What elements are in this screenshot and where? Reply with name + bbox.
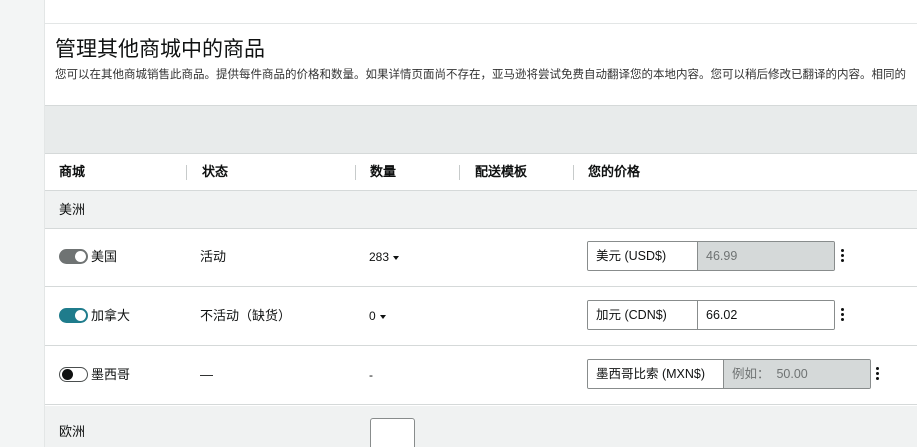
header-shipping-template: 配送模板 xyxy=(475,164,528,179)
quantity-value-mexico: - xyxy=(369,368,373,382)
quantity-input-europe[interactable] xyxy=(370,418,415,447)
price-group-mexico: 墨西哥比索 (MXN$) xyxy=(587,359,871,389)
page-title: 管理其他商城中的商品 xyxy=(55,38,265,61)
status-text: — xyxy=(200,367,213,382)
caret-down-icon xyxy=(379,314,386,319)
price-input-mexico[interactable] xyxy=(724,360,870,388)
price-input-us[interactable] xyxy=(698,242,834,270)
quantity-value: 0 xyxy=(369,309,376,323)
manage-other-marketplaces-panel: 管理其他商城中的商品 您可以在其他商城销售此商品。提供每件商品的价格和数量。如果… xyxy=(45,0,917,447)
table-header: 商城 状态 数量 配送模板 您的价格 xyxy=(45,153,917,191)
region-row-europe: 欧洲 xyxy=(45,406,917,447)
status-text: 不活动（缺货） xyxy=(200,308,292,323)
top-strip xyxy=(45,0,917,24)
kebab-vertical-icon[interactable] xyxy=(839,307,847,323)
marketplace-toggle-us[interactable] xyxy=(59,249,88,264)
marketplace-toggle-canada[interactable] xyxy=(59,308,88,323)
marketplace-toggle-mexico[interactable] xyxy=(59,367,88,382)
toggle-knob xyxy=(75,251,86,262)
kebab-vertical-icon[interactable] xyxy=(874,366,882,382)
header-separator xyxy=(355,165,356,180)
market-name: 加拿大 xyxy=(91,308,131,323)
quantity-value: 283 xyxy=(369,250,390,264)
header-quantity: 数量 xyxy=(370,164,397,179)
toolbar-band xyxy=(45,105,917,153)
price-input-canada[interactable] xyxy=(698,301,834,329)
currency-label: 墨西哥比索 (MXN$) xyxy=(588,360,724,388)
quantity-dropdown-canada[interactable]: 0 xyxy=(369,288,386,344)
price-group-us: 美元 (USD$) xyxy=(587,241,835,271)
header-your-price: 您的价格 xyxy=(588,164,641,179)
header-marketplace: 商城 xyxy=(59,164,86,179)
kebab-vertical-icon[interactable] xyxy=(839,248,847,264)
header-separator xyxy=(186,165,187,180)
table-row-mexico: 墨西哥 — - 墨西哥比索 (MXN$) xyxy=(45,347,917,405)
region-label: 美洲 xyxy=(59,202,86,217)
table-row-us: 美国 活动 283 美元 (USD$) xyxy=(45,229,917,287)
toggle-knob xyxy=(62,369,73,380)
market-name: 美国 xyxy=(91,249,118,264)
price-group-canada: 加元 (CDN$) xyxy=(587,300,835,330)
header-separator xyxy=(459,165,460,180)
currency-label: 加元 (CDN$) xyxy=(588,301,698,329)
header-separator xyxy=(573,165,574,180)
status-text: 活动 xyxy=(200,249,227,264)
region-label: 欧洲 xyxy=(59,424,86,439)
left-rail xyxy=(0,0,45,447)
caret-down-icon xyxy=(393,255,400,260)
page-description: 您可以在其他商城销售此商品。提供每件商品的价格和数量。如果详情页面尚不存在，亚马… xyxy=(55,69,906,81)
toggle-knob xyxy=(75,310,86,321)
table-row-canada: 加拿大 不活动（缺货） 0 加元 (CDN$) xyxy=(45,288,917,346)
market-name: 墨西哥 xyxy=(91,367,131,382)
region-row-americas: 美洲 xyxy=(45,191,917,229)
currency-label: 美元 (USD$) xyxy=(588,242,698,270)
quantity-dropdown-us[interactable]: 283 xyxy=(369,229,400,285)
header-status: 状态 xyxy=(202,164,229,179)
